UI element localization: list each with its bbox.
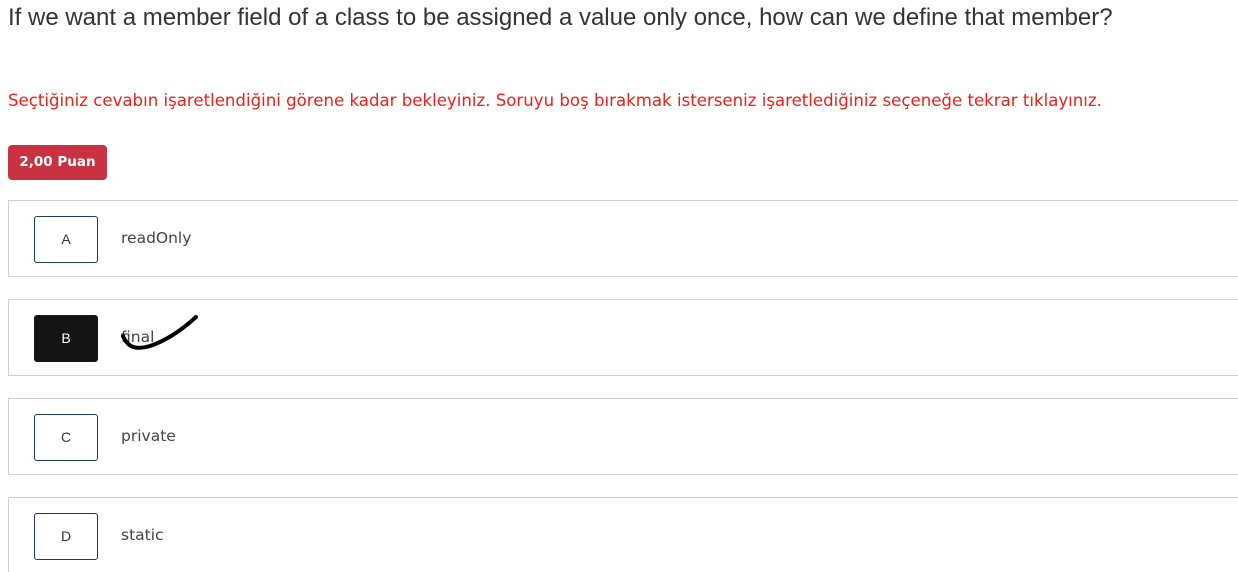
option-letter-d[interactable]: D <box>34 513 98 560</box>
option-letter-a[interactable]: A <box>34 216 98 263</box>
option-text-c: private <box>121 427 176 445</box>
question-text: If we want a member field of a class to … <box>8 4 1113 31</box>
option-b[interactable]: B final <box>8 299 1238 376</box>
option-text-b: final <box>121 328 155 346</box>
option-d[interactable]: D static <box>8 497 1238 572</box>
option-a[interactable]: A readOnly <box>8 200 1238 277</box>
option-c[interactable]: C private <box>8 398 1238 475</box>
option-text-a: readOnly <box>121 229 192 247</box>
option-letter-b[interactable]: B <box>34 315 98 362</box>
quiz-page: If we want a member field of a class to … <box>0 0 1238 572</box>
points-badge: 2,00 Puan <box>8 145 107 180</box>
option-text-d: static <box>121 526 164 544</box>
option-letter-c[interactable]: C <box>34 414 98 461</box>
instruction-text: Seçtiğiniz cevabın işaretlendiğini gören… <box>8 91 1102 110</box>
